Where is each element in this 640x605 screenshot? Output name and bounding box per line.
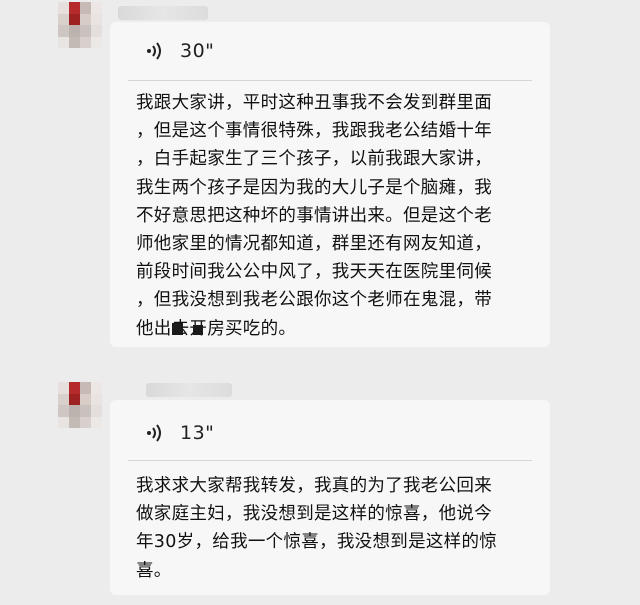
text-line: 年30岁，给我一个惊喜，我没想到是这样的惊 — [136, 532, 498, 553]
redaction-mark — [172, 323, 183, 335]
text-line: ，但我没想到我老公跟你这个老师在鬼混，带 — [136, 290, 492, 311]
text-line: 我跟大家讲，平时这种丑事我不会发到群里面 — [136, 93, 492, 113]
text-line: 我生两个孩子是因为我的大儿子是个脑瘫，我 — [136, 177, 492, 198]
voice-duration: 30" — [180, 40, 215, 62]
voice-duration: 13" — [180, 422, 215, 444]
sender-name-blurred — [146, 383, 232, 397]
text-line: 做家庭主妇，我没想到是这样的惊喜，他说今 — [136, 504, 492, 525]
transcription-text: 我求求大家帮我转发，我真的为了我老公回来 做家庭主妇，我没想到是这样的惊喜，他说今… — [136, 472, 497, 585]
bubble-divider — [128, 80, 532, 81]
sender-avatar[interactable] — [58, 382, 102, 428]
text-line: 师他家里的情况都知道，群里还有网友知道， — [136, 234, 492, 255]
text-line: 喜。 — [136, 560, 172, 581]
bubble-divider — [128, 460, 532, 461]
text-line: ，白手起家生了三个孩子，以前我跟大家讲， — [136, 149, 492, 170]
text-line: 他出去开房买吃的。 — [136, 318, 297, 339]
text-line: 前段时间我公公中风了，我天天在医院里伺候 — [136, 262, 492, 283]
text-line: 不好意思把这种坏的事情讲出来。但是这个老 — [136, 205, 492, 226]
voice-message-bubble[interactable]: 13" 我求求大家帮我转发，我真的为了我老公回来 做家庭主妇，我没想到是这样的惊喜… — [110, 400, 550, 595]
voice-message-icon — [147, 424, 161, 442]
text-line: 我求求大家帮我转发，我真的为了我老公回来 — [136, 476, 492, 496]
redaction-mark — [193, 325, 203, 335]
voice-player[interactable]: 30" — [144, 40, 214, 62]
transcription-text: 我跟大家讲，平时这种丑事我不会发到群里面 ，但是这个事情很特殊，我跟我老公结婚十年… — [136, 89, 492, 343]
text-line: ，但是这个事情很特殊，我跟我老公结婚十年 — [136, 121, 492, 142]
sender-name-blurred — [118, 6, 208, 20]
voice-player[interactable]: 13" — [144, 422, 214, 444]
voice-message-bubble[interactable]: 30" 我跟大家讲，平时这种丑事我不会发到群里面 ，但是这个事情很特殊，我跟我老公… — [110, 22, 550, 347]
sender-avatar[interactable] — [58, 2, 102, 48]
voice-message-icon — [147, 42, 161, 60]
